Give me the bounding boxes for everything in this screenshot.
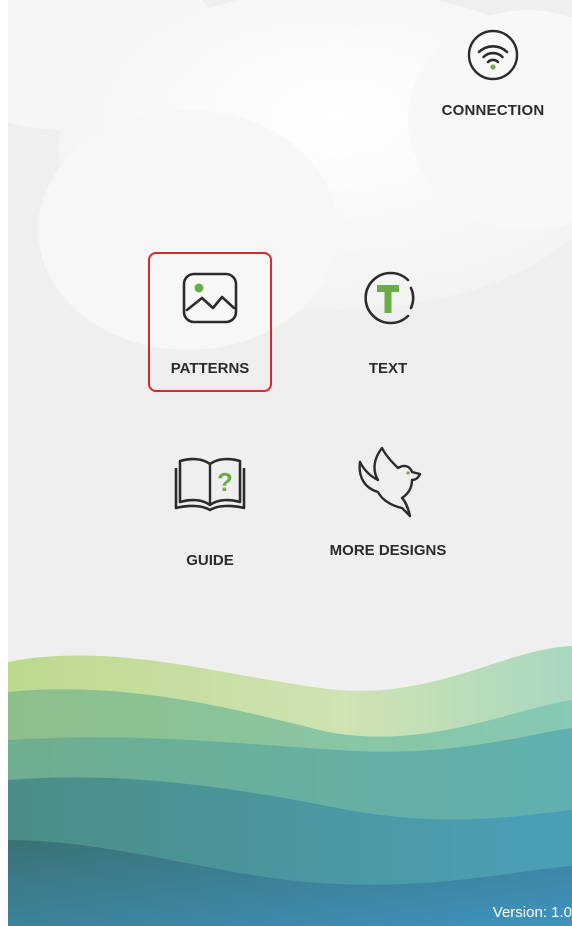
guide-label: GUIDE [186, 552, 234, 569]
svg-text:?: ? [217, 467, 233, 497]
patterns-button[interactable]: PATTERNS [148, 252, 272, 392]
more-designs-label: MORE DESIGNS [329, 542, 447, 559]
more-designs-button[interactable]: MORE DESIGNS [308, 440, 468, 580]
guide-button[interactable]: ? GUIDE [148, 440, 272, 580]
waves-background [8, 646, 572, 926]
wifi-icon [467, 29, 519, 81]
connection-label: CONNECTION [441, 102, 545, 119]
patterns-label: PATTERNS [170, 360, 250, 377]
book-question-icon: ? [174, 457, 246, 512]
text-label: TEXT [368, 360, 408, 377]
image-icon [182, 272, 238, 324]
home-screen: CONNECTION PATTERNS TEXT ? GUIDE MORE DE… [8, 0, 572, 926]
text-t-icon [364, 271, 415, 325]
bird-icon [358, 446, 422, 518]
version-label: Version: 1.0 [492, 904, 572, 921]
text-button[interactable]: TEXT [326, 252, 450, 392]
connection-button[interactable]: CONNECTION [433, 28, 553, 119]
